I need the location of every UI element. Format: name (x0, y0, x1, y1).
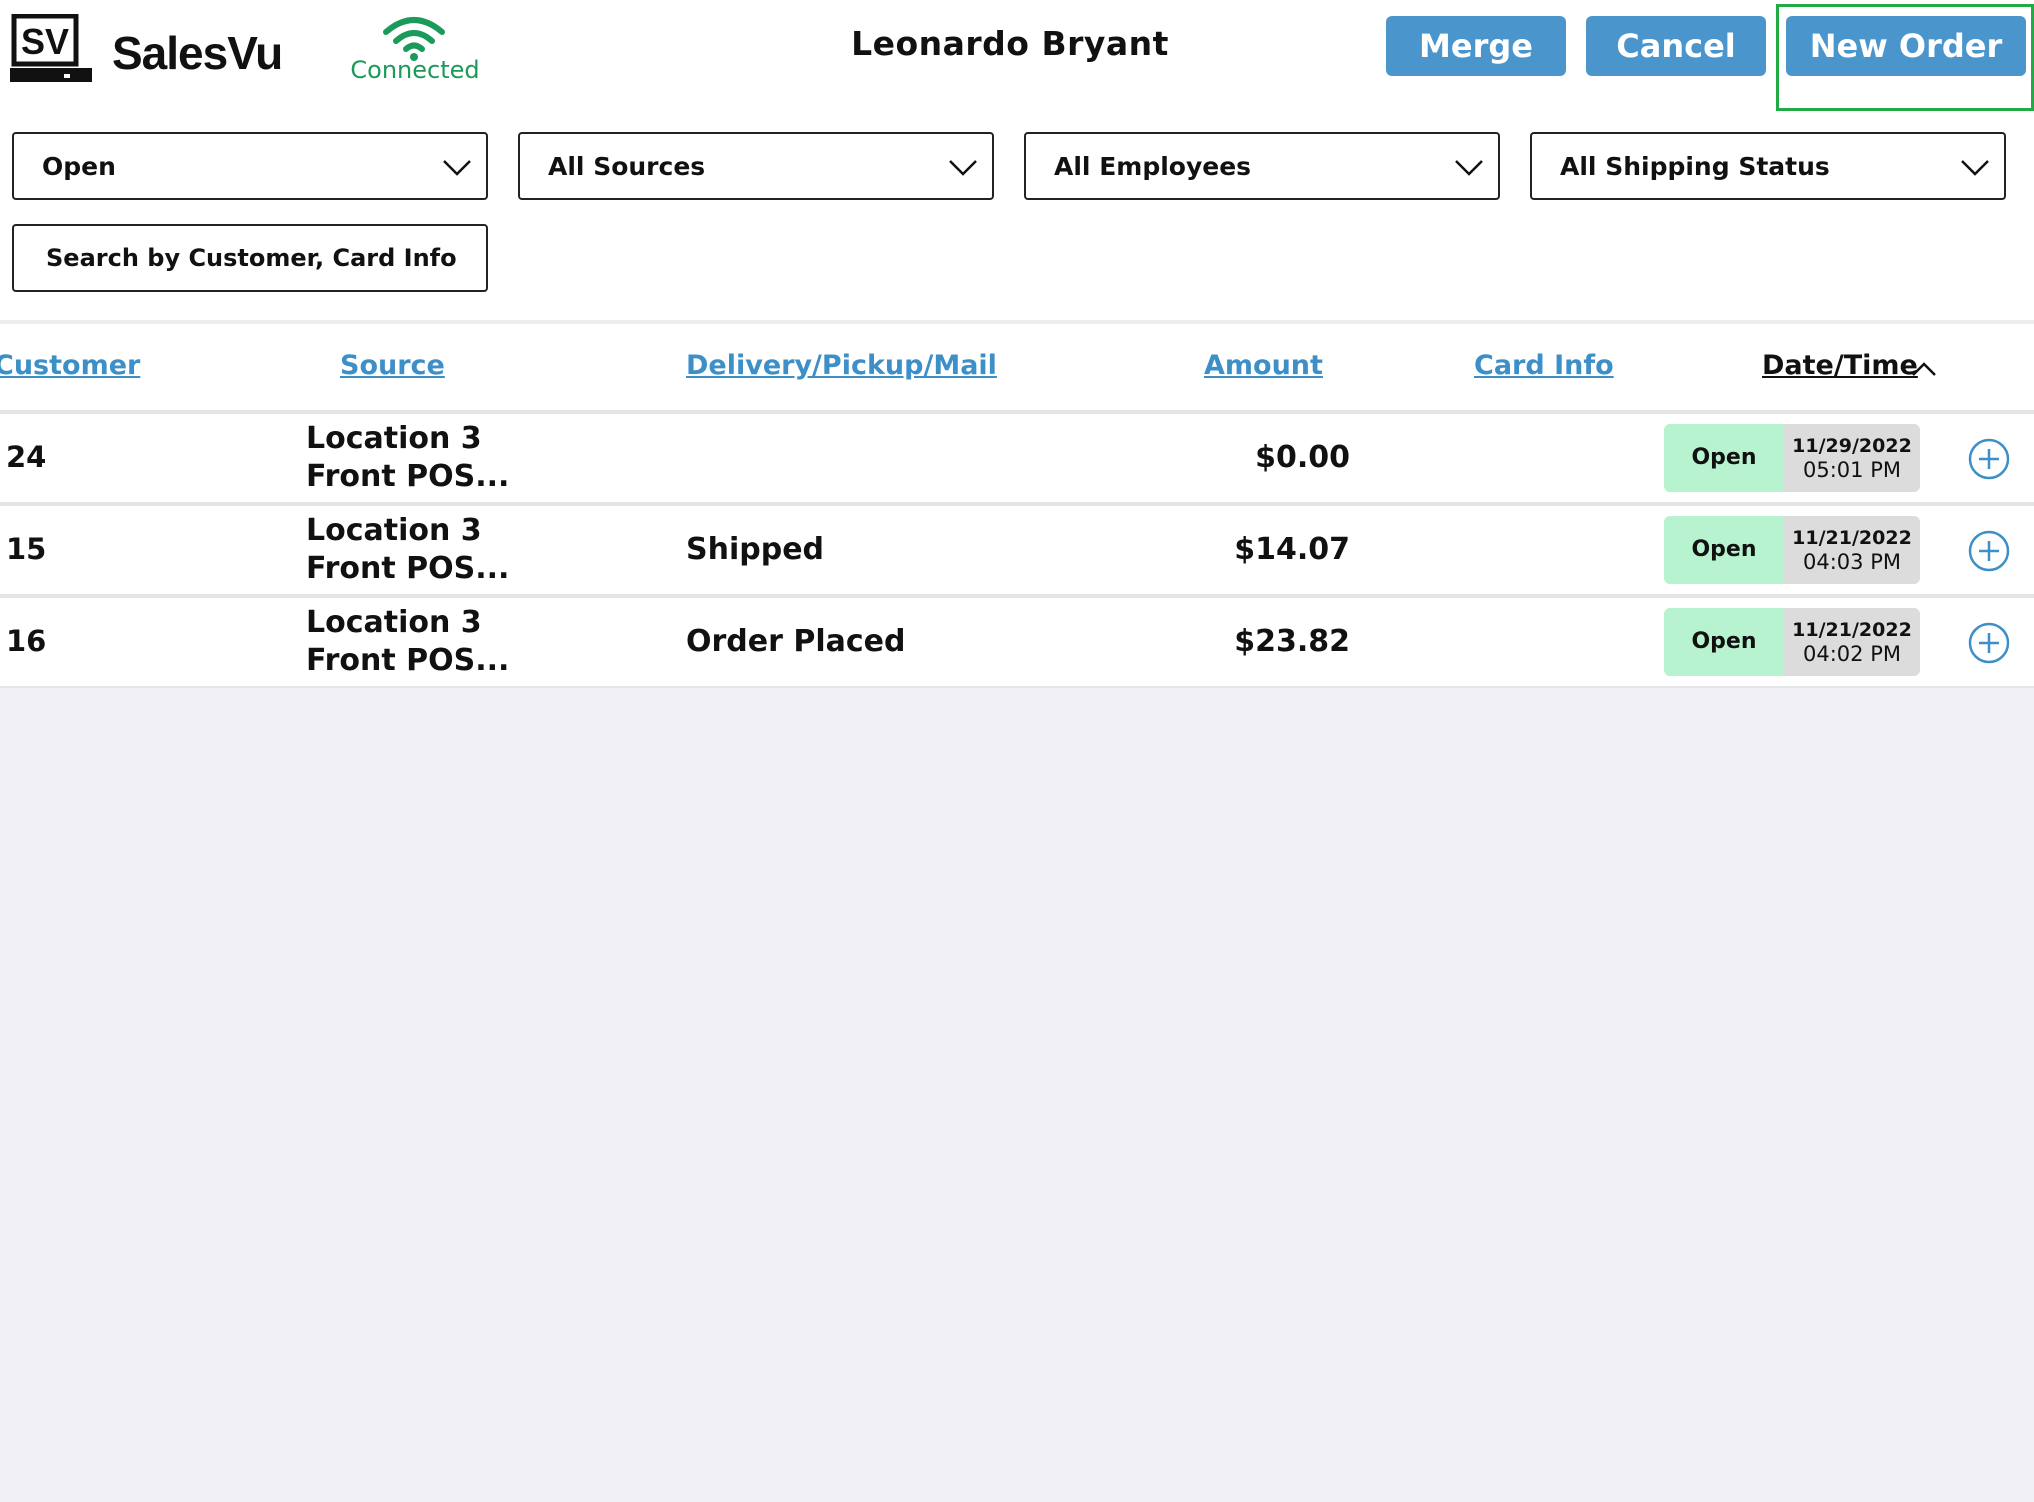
status-badge: Open (1664, 424, 1784, 492)
cell-amount: $0.00 (1255, 440, 1350, 475)
source-filter-dropdown[interactable]: All Sources (518, 132, 994, 200)
cell-amount: $14.07 (1234, 532, 1350, 567)
plus-circle-icon[interactable] (1968, 438, 2010, 480)
salesvu-logo-icon: SV (10, 14, 92, 82)
cell-date: 11/21/2022 (1792, 527, 1912, 549)
chevron-down-icon (949, 160, 977, 176)
cell-delivery: Shipped (686, 532, 825, 567)
cell-customer: 24 (6, 440, 47, 474)
cell-time: 04:02 PM (1803, 642, 1901, 666)
cell-date: 11/29/2022 (1792, 435, 1912, 457)
source-line-2: Front POS... (306, 551, 510, 586)
column-header-customer[interactable]: Customer (0, 350, 140, 381)
source-line-2: Front POS... (306, 459, 510, 494)
cell-amount: $23.82 (1234, 624, 1350, 659)
column-header-amount[interactable]: Amount (1204, 350, 1323, 381)
status-badge: Open (1664, 608, 1784, 676)
plus-circle-icon[interactable] (1968, 622, 2010, 664)
cell-date: 11/21/2022 (1792, 619, 1912, 641)
column-header-card-info[interactable]: Card Info (1474, 350, 1614, 381)
plus-circle-icon[interactable] (1968, 530, 2010, 572)
column-header-date-time[interactable]: Date/Time (1762, 350, 1918, 381)
cell-delivery: Order Placed (686, 624, 906, 659)
user-name: Leonardo Bryant (851, 24, 1169, 63)
cell-date-time: 11/29/2022 05:01 PM (1784, 424, 1920, 492)
connection-status: Connected (350, 56, 480, 84)
cell-date-time: 11/21/2022 04:03 PM (1784, 516, 1920, 584)
status-filter-dropdown[interactable]: Open (12, 132, 488, 200)
shipping-status-filter-dropdown[interactable]: All Shipping Status (1530, 132, 2006, 200)
cell-date-time: 11/21/2022 04:02 PM (1784, 608, 1920, 676)
shipping-filter-value: All Shipping Status (1560, 152, 1830, 181)
column-header-delivery[interactable]: Delivery/Pickup/Mail (686, 350, 997, 381)
chevron-down-icon (1961, 160, 1989, 176)
source-line-1: Location 3 (306, 605, 482, 640)
table-row[interactable]: 16 Location 3 Front POS... Order Placed … (0, 594, 2034, 682)
cell-customer: 15 (6, 532, 47, 566)
source-filter-value: All Sources (548, 152, 706, 181)
logo-text: SV (21, 21, 69, 62)
employee-filter-dropdown[interactable]: All Employees (1024, 132, 1500, 200)
table-bottom-border (0, 686, 2034, 688)
status-badge: Open (1664, 516, 1784, 584)
brand-name: SalesVu (112, 27, 283, 79)
table-row[interactable]: 15 Location 3 Front POS... Shipped $14.0… (0, 502, 2034, 590)
cell-source: Location 3 Front POS... (306, 512, 509, 588)
cell-source: Location 3 Front POS... (306, 604, 509, 680)
table-row[interactable]: 24 Location 3 Front POS... $0.00 Open 11… (0, 410, 2034, 498)
source-line-1: Location 3 (306, 513, 482, 548)
chevron-down-icon (443, 160, 471, 176)
search-input[interactable] (12, 224, 488, 292)
source-line-2: Front POS... (306, 643, 510, 678)
cell-customer: 16 (6, 624, 47, 658)
cell-source: Location 3 Front POS... (306, 420, 509, 496)
orders-table: Customer Source Delivery/Pickup/Mail Amo… (0, 324, 2034, 686)
new-order-button[interactable]: New Order (1786, 16, 2026, 76)
cancel-button[interactable]: Cancel (1586, 16, 1766, 76)
source-line-1: Location 3 (306, 421, 482, 456)
merge-button[interactable]: Merge (1386, 16, 1566, 76)
column-header-source[interactable]: Source (340, 350, 445, 381)
employee-filter-value: All Employees (1054, 152, 1252, 181)
sort-ascending-icon[interactable] (1910, 360, 1938, 378)
top-area: SV SalesVu Connected Leonardo Bryant Mer… (0, 0, 2034, 330)
status-filter-value: Open (42, 152, 116, 181)
wifi-icon (383, 17, 445, 61)
cell-time: 04:03 PM (1803, 550, 1901, 574)
chevron-down-icon (1455, 160, 1483, 176)
cell-time: 05:01 PM (1803, 458, 1901, 482)
